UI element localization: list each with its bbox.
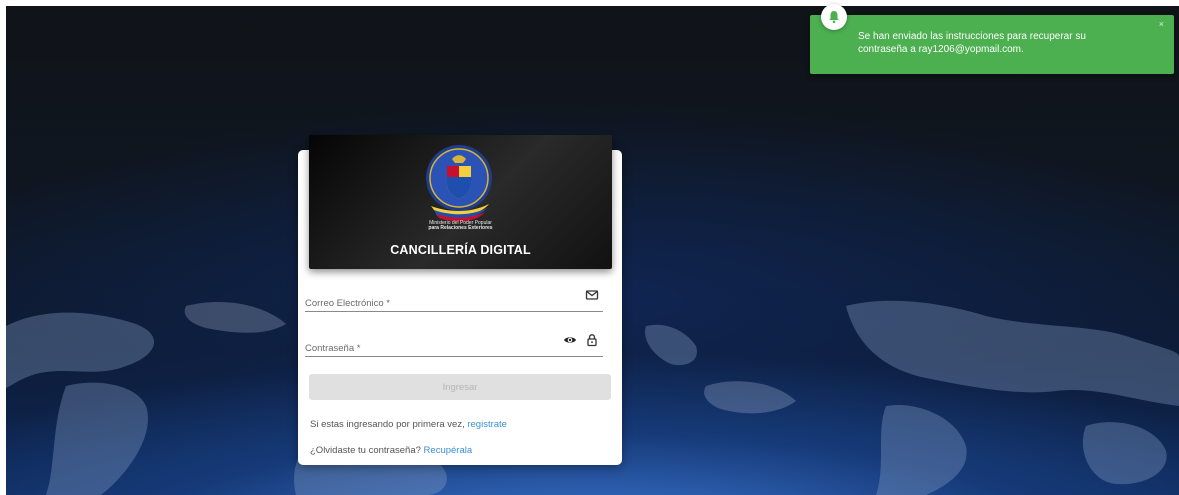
email-field (305, 286, 603, 312)
toast-message: Se han enviado las instrucciones para re… (858, 31, 1086, 55)
email-input[interactable] (305, 298, 555, 309)
password-field (305, 331, 603, 357)
ministry-name-line2: para Relaciones Exteriores (428, 225, 493, 231)
bell-icon (821, 4, 847, 30)
recover-prompt-text: ¿Olvidaste tu contraseña? (310, 445, 424, 456)
recover-password-link[interactable]: Recupérala (424, 445, 473, 456)
coat-of-arms-logo (426, 145, 492, 222)
register-link[interactable]: registrate (467, 419, 507, 430)
notification-toast: Se han enviado las instrucciones para re… (810, 15, 1174, 74)
toast-close-button[interactable]: × (1159, 19, 1164, 29)
password-input[interactable] (305, 343, 555, 354)
lock-icon (587, 334, 597, 347)
register-prompt: Si estas ingresando por primera vez, reg… (310, 419, 507, 430)
login-button[interactable]: Ingresar (309, 374, 611, 400)
eye-icon[interactable] (563, 333, 577, 347)
app-title: CANCILLERÍA DIGITAL (390, 243, 531, 257)
register-prompt-text: Si estas ingresando por primera vez, (310, 419, 468, 430)
login-banner: Ministerio del Poder Popular para Relaci… (309, 135, 612, 269)
mail-icon (585, 290, 599, 300)
recover-prompt: ¿Olvidaste tu contraseña? Recupérala (310, 445, 472, 456)
